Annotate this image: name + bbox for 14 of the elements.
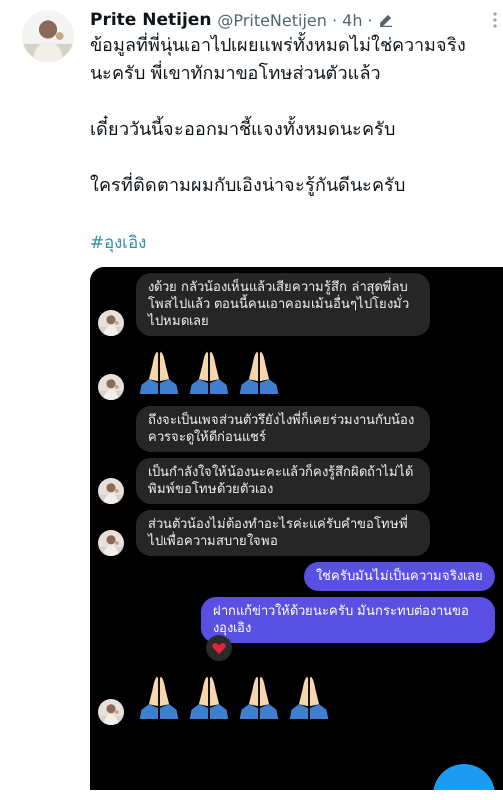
message-bubble: งด้วย กลัวน้องเห็นแล้วเสียความรู้สึก ล่าสุดพี่ลบโพสไปแล้ว ตอนนี้คนเอาคอมเม้นอื่นๆไปโยงมั่วไปหมดเลย [136,273,430,336]
message-bubble: ฝากแก้ข่าวให้ด้วยนะครับ มันกระทบต่องานของอุงเอิง [201,597,495,643]
handle-and-time: @PriteNetijen · 4h · [217,10,373,30]
message-bubble: ใช่ครับมันไม่เป็นความจริงเลย [304,562,495,591]
message-bubble: เป็นกำลังใจให้น้องนะคะแล้วก็คงรู้สึกผิดถ้าไม่ได้พิมพ์ขอโทษด้วยตัวเอง [136,458,430,504]
author-name[interactable]: Prite Netijen [90,10,212,30]
hashtag-link[interactable]: #อุงเอิง [90,233,146,253]
message-bubble: ถึงจะเป็นเพจส่วนตัวรึยังไงพี่ก็เคยร่วมงานกับน้องควรจะดูให้ดีก่อนแชร์ [136,406,430,452]
tweet-text: ใครที่ติดตามผมกับเอิงน่าจะรู้กันดีนะครับ [90,172,473,200]
message-bubble: ส่วนตัวน้องไม่ต้องทำอะไรค่ะแค่รับคำขอโทษพี่ไปเพื่อความสบายใจพอ [136,510,430,556]
pencil-icon [378,13,393,27]
tweet-text: เดี๋ยววันนี้จะออกมาชี้แจงทั้งหมดนะครับ [90,116,473,144]
heart-reaction-icon [205,635,233,661]
tweet-text: ข้อมูลที่พี่นุ่นเอาไปเผยแพร่ทั้งหมดไม่ใช่ความจริงนะครับ พี่เขาทักมาขอโทษส่วนตัวแล้ว [90,32,473,88]
